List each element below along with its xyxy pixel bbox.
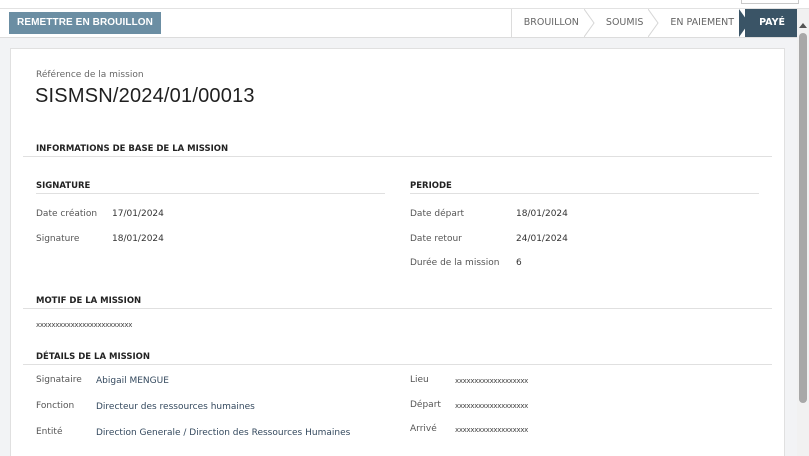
section-divider: [23, 156, 772, 157]
scroll-up-arrow-icon[interactable]: [799, 23, 807, 28]
group-title-periode: PERIODE: [410, 181, 452, 191]
date-depart-label: Date départ: [410, 209, 465, 219]
section-divider: [23, 364, 772, 365]
chevron-right-icon: [739, 9, 750, 37]
stage-paye[interactable]: PAYÉ: [745, 9, 797, 37]
duree-value: 6: [516, 258, 522, 268]
depart-value: xxxxxxxxxxxxxxxxxxx: [455, 402, 529, 410]
page-scrollbar[interactable]: [797, 9, 809, 456]
motif-value: xxxxxxxxxxxxxxxxxxxxxxxxx: [36, 321, 133, 329]
section-divider: [23, 308, 772, 309]
section-title-details: DÉTAILS DE LA MISSION: [36, 352, 150, 362]
date-depart-value: 18/01/2024: [516, 209, 568, 219]
reset-to-draft-button[interactable]: REMETTRE EN BROUILLON: [9, 12, 161, 34]
arrive-value: xxxxxxxxxxxxxxxxxxx: [455, 426, 529, 434]
signataire-label: Signataire: [36, 375, 82, 385]
date-retour-value: 24/01/2024: [516, 234, 568, 244]
top-right-box: [741, 0, 799, 4]
date-retour-label: Date retour: [410, 234, 462, 244]
stage-soumis[interactable]: SOUMIS: [590, 9, 660, 37]
lieu-label: Lieu: [410, 375, 429, 385]
entite-label: Entité: [36, 427, 63, 437]
signature-label: Signature: [36, 234, 80, 244]
depart-label: Départ: [410, 400, 441, 410]
stage-label: BROUILLON: [523, 17, 579, 28]
signataire-link[interactable]: Abigail MENGUE: [96, 376, 169, 386]
stage-brouillon[interactable]: BROUILLON: [510, 9, 595, 37]
entite-link[interactable]: Direction Generale / Direction des Resso…: [96, 428, 350, 438]
top-strip: [0, 0, 809, 9]
date-creation-label: Date création: [36, 209, 98, 219]
duree-label: Durée de la mission: [410, 258, 500, 268]
group-divider: [410, 193, 759, 194]
stage-label: EN PAIEMENT: [670, 17, 735, 28]
arrive-label: Arrivé: [410, 424, 437, 434]
lieu-value: xxxxxxxxxxxxxxxxxxx: [455, 377, 529, 385]
chevron-right-icon: [583, 9, 595, 37]
status-bar: REMETTRE EN BROUILLON BROUILLON SOUMIS E…: [0, 9, 797, 38]
stage-pipeline: BROUILLON SOUMIS EN PAIEMENT PAYÉ: [510, 9, 797, 37]
mission-reference-label: Référence de la mission: [36, 70, 144, 80]
stage-label: SOUMIS: [605, 17, 644, 28]
scroll-thumb[interactable]: [799, 33, 807, 403]
stage-label: PAYÉ: [759, 17, 785, 28]
section-title-motif: MOTIF DE LA MISSION: [36, 296, 142, 306]
fonction-label: Fonction: [36, 401, 75, 411]
date-creation-value: 17/01/2024: [112, 209, 164, 219]
mission-form-sheet: Référence de la mission SISMSN/2024/01/0…: [10, 48, 785, 456]
chevron-right-icon: [648, 9, 660, 37]
fonction-link[interactable]: Directeur des ressources humaines: [96, 402, 255, 412]
stage-en-paiement[interactable]: EN PAIEMENT: [654, 9, 750, 37]
mission-reference-value: SISMSN/2024/01/00013: [35, 85, 255, 107]
section-title-base: INFORMATIONS DE BASE DE LA MISSION: [36, 144, 229, 154]
group-divider: [36, 193, 385, 194]
signature-date-value: 18/01/2024: [112, 234, 164, 244]
group-title-signature: SIGNATURE: [36, 181, 91, 191]
